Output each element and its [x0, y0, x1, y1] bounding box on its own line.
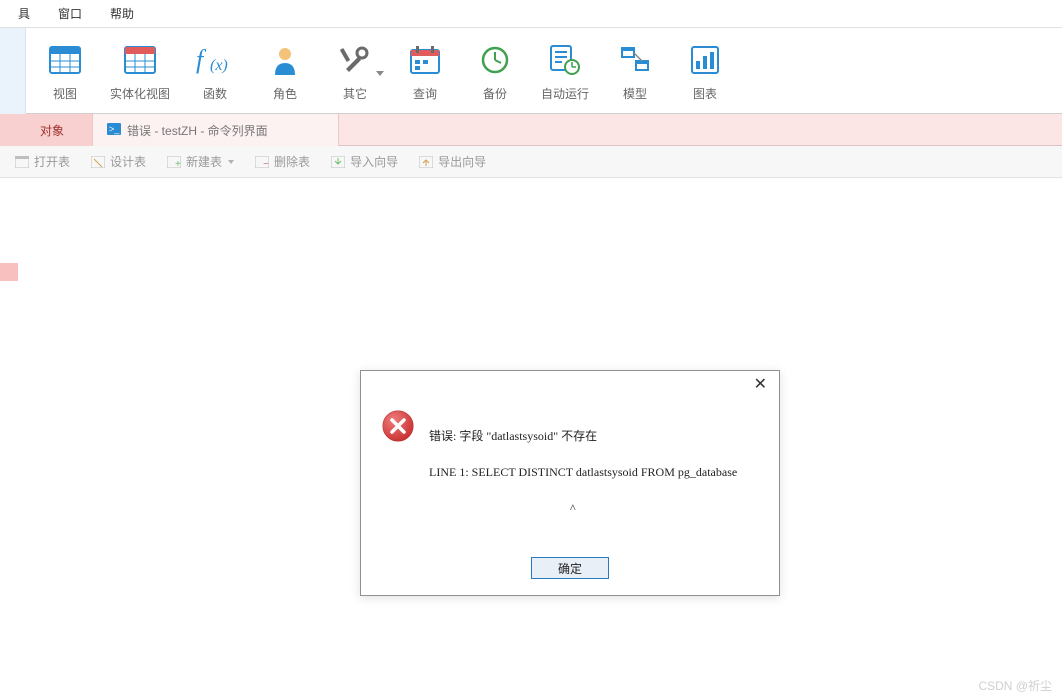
- role-button[interactable]: 角色: [250, 28, 320, 114]
- sidebar-highlight-stub: [0, 263, 18, 281]
- watermark: CSDN @祈尘: [978, 677, 1052, 694]
- tab-label: 错误 - testZH - 命令列界面: [127, 122, 268, 139]
- toolbar-label: 其它: [343, 85, 367, 102]
- model-icon: [620, 46, 650, 77]
- menu-tools[interactable]: 具: [4, 1, 44, 26]
- chart-icon: [691, 46, 719, 77]
- close-icon[interactable]: ✕: [750, 377, 771, 393]
- schedule-icon: [550, 45, 580, 78]
- table-new-icon: +: [166, 154, 182, 170]
- new-table-button[interactable]: + 新建表: [158, 150, 242, 173]
- dialog-titlebar: ✕: [361, 371, 779, 401]
- dialog-message: 错误: 字段 "datlastsysoid" 不存在 LINE 1: SELEC…: [429, 409, 737, 535]
- chart-button[interactable]: 图表: [670, 28, 740, 114]
- tab-error-cli[interactable]: >_ 错误 - testZH - 命令列界面: [93, 114, 339, 146]
- tab-label: 对象: [40, 122, 64, 139]
- grid-icon: [49, 46, 81, 77]
- sec-label: 新建表: [186, 153, 222, 170]
- design-table-button[interactable]: 设计表: [82, 150, 154, 173]
- backup-button[interactable]: 备份: [460, 28, 530, 114]
- chevron-down-icon: [228, 160, 234, 164]
- tab-objects[interactable]: 对象: [0, 114, 93, 146]
- svg-text:f: f: [196, 45, 207, 74]
- svg-text:(x): (x): [210, 57, 228, 74]
- open-table-button[interactable]: 打开表: [6, 150, 78, 173]
- terminal-icon: >_: [107, 123, 121, 138]
- error-dialog: ✕ 错误: 字段 "datlastsysoid" 不存在 LINE 1: SEL…: [360, 370, 780, 596]
- svg-text:−: −: [263, 159, 269, 168]
- left-panel-stub: [0, 28, 26, 114]
- fx-icon: f(x): [196, 44, 234, 79]
- toolbar-label: 视图: [53, 85, 77, 102]
- sec-label: 打开表: [34, 153, 70, 170]
- toolbar-label: 图表: [693, 85, 717, 102]
- delete-table-button[interactable]: − 删除表: [246, 150, 318, 173]
- grid-red-icon: [124, 46, 156, 77]
- menubar: 具 窗口 帮助: [0, 0, 1062, 28]
- table-open-icon: [14, 154, 30, 170]
- auto-run-button[interactable]: 自动运行: [530, 28, 600, 114]
- materialized-view-button[interactable]: 实体化视图: [100, 28, 180, 114]
- ok-button[interactable]: 确定: [531, 557, 609, 579]
- sec-label: 设计表: [110, 153, 146, 170]
- toolbar-label: 角色: [273, 85, 297, 102]
- tools-icon: [340, 45, 370, 78]
- query-button[interactable]: 查询: [390, 28, 460, 114]
- clock-icon: [481, 46, 509, 77]
- table-design-icon: [90, 154, 106, 170]
- model-button[interactable]: 模型: [600, 28, 670, 114]
- error-line-1: 错误: 字段 "datlastsysoid" 不存在: [429, 427, 737, 445]
- export-icon: [418, 154, 434, 170]
- import-icon: [330, 154, 346, 170]
- sec-label: 导出向导: [438, 153, 486, 170]
- svg-text:>_: >_: [109, 124, 120, 134]
- function-button[interactable]: f(x) 函数: [180, 28, 250, 114]
- chevron-down-icon: [376, 71, 384, 76]
- other-button[interactable]: 其它: [320, 28, 390, 114]
- sec-label: 导入向导: [350, 153, 398, 170]
- calendar-icon: [410, 46, 440, 77]
- toolbar-label: 自动运行: [541, 85, 589, 102]
- import-wizard-button[interactable]: 导入向导: [322, 150, 406, 173]
- menu-help[interactable]: 帮助: [96, 1, 148, 26]
- toolbar-label: 函数: [203, 85, 227, 102]
- error-icon: [381, 409, 415, 535]
- tab-bar: 对象 >_ 错误 - testZH - 命令列界面: [0, 114, 1062, 146]
- person-icon: [272, 45, 298, 78]
- error-line-3: ^: [429, 499, 737, 517]
- toolbar-label: 查询: [413, 85, 437, 102]
- menu-window[interactable]: 窗口: [44, 1, 96, 26]
- export-wizard-button[interactable]: 导出向导: [410, 150, 494, 173]
- table-delete-icon: −: [254, 154, 270, 170]
- error-line-2: LINE 1: SELECT DISTINCT datlastsysoid FR…: [429, 463, 737, 481]
- svg-text:+: +: [175, 159, 181, 168]
- toolbar-label: 模型: [623, 85, 647, 102]
- toolbar-label: 实体化视图: [110, 85, 170, 102]
- toolbar-label: 备份: [483, 85, 507, 102]
- main-toolbar: 视图 实体化视图 f(x) 函数 角色 其它: [0, 28, 1062, 114]
- view-button[interactable]: 视图: [30, 28, 100, 114]
- sec-label: 删除表: [274, 153, 310, 170]
- secondary-toolbar: 打开表 设计表 + 新建表 − 删除表 导入向导 导出向导: [0, 146, 1062, 178]
